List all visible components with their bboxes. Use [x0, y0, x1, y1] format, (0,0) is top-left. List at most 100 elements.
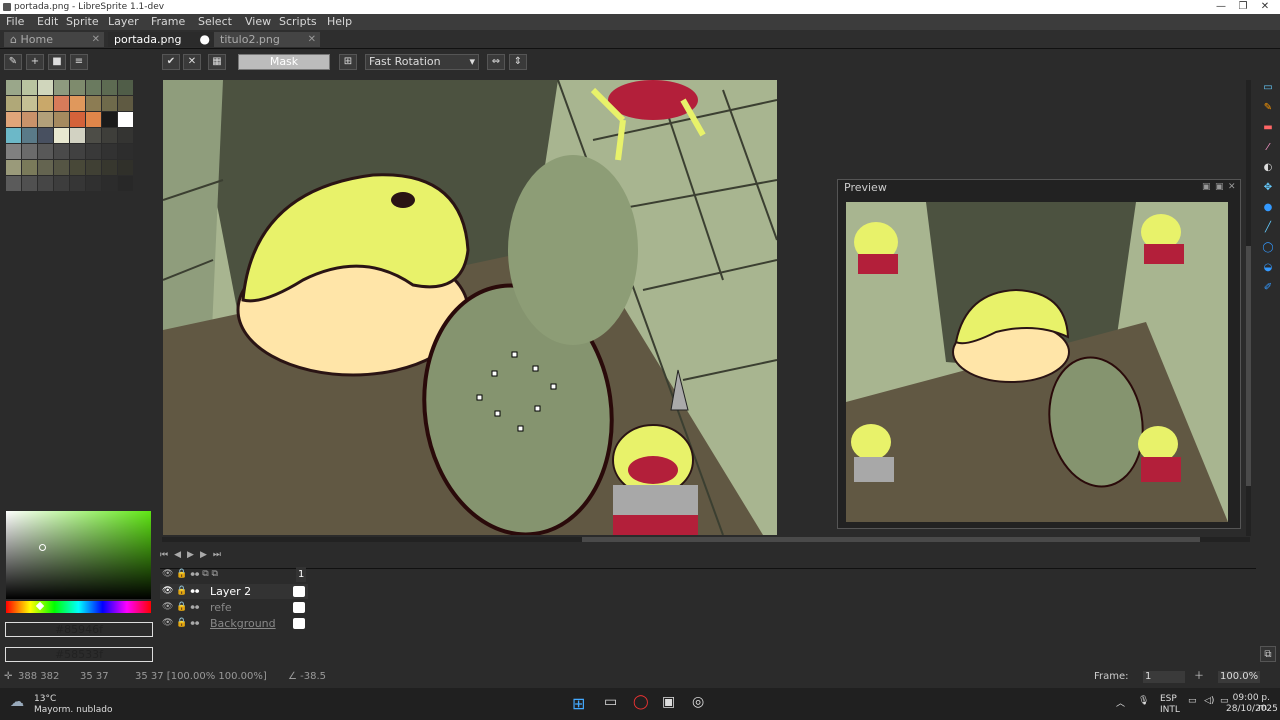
libresprite-app-icon[interactable]: ▣: [662, 694, 675, 710]
mask-color-button[interactable]: Mask: [238, 54, 330, 70]
palette-swatch[interactable]: [86, 128, 101, 143]
palette-swatch[interactable]: [118, 160, 133, 175]
palette-swatch[interactable]: [54, 80, 69, 95]
palette-swatch[interactable]: [102, 112, 117, 127]
palette-swatch[interactable]: [118, 80, 133, 95]
line-icon[interactable]: ╱: [1260, 220, 1276, 236]
windows-start-icon[interactable]: ⊞: [572, 694, 585, 713]
palette-swatch[interactable]: [38, 176, 53, 191]
palette-swatch[interactable]: [118, 96, 133, 111]
hue-handle[interactable]: [35, 601, 45, 611]
palette-swatch[interactable]: [54, 112, 69, 127]
palette-swatch[interactable]: [86, 112, 101, 127]
palette-swatch[interactable]: [54, 128, 69, 143]
menu-view[interactable]: View: [245, 14, 271, 30]
palette-swatch[interactable]: [70, 80, 85, 95]
palette-swatch[interactable]: [22, 144, 37, 159]
palette-edit-icon[interactable]: ✎: [4, 54, 22, 70]
palette-swatch[interactable]: [70, 144, 85, 159]
tab-home[interactable]: ⌂ Home ✕: [4, 32, 104, 47]
minimize-button[interactable]: —: [1210, 0, 1232, 14]
palette-swatch[interactable]: [102, 128, 117, 143]
zoom-icon[interactable]: ◐: [1260, 160, 1276, 176]
ellipse-icon[interactable]: ◯: [1260, 240, 1276, 256]
blur-icon[interactable]: ✐: [1260, 280, 1276, 296]
palette-swatch[interactable]: [38, 80, 53, 95]
palette-swatch[interactable]: [118, 176, 133, 191]
preview-pin-icon[interactable]: ▣: [1202, 182, 1211, 192]
palette-swatch[interactable]: [102, 80, 117, 95]
palette-swatch[interactable]: [102, 160, 117, 175]
palette-swatch[interactable]: [22, 80, 37, 95]
palette-swatch[interactable]: [54, 96, 69, 111]
palette-swatch[interactable]: [38, 128, 53, 143]
eyedropper-icon[interactable]: ⁄: [1260, 140, 1276, 156]
playback-controls[interactable]: ⏮◀▶▶⏭: [160, 550, 266, 562]
modified-dot-icon[interactable]: ●: [200, 32, 210, 47]
palette-swatch[interactable]: [86, 96, 101, 111]
rotation-algorithm-select[interactable]: Fast Rotation ▾: [365, 54, 479, 70]
palette-swatch[interactable]: [86, 80, 101, 95]
new-frame-icon[interactable]: ＋: [1194, 668, 1204, 686]
horizontal-scroll-thumb[interactable]: [582, 537, 1200, 542]
tab-titulo2[interactable]: titulo2.png ✕: [214, 32, 320, 47]
tab-close-icon[interactable]: ✕: [92, 32, 100, 47]
network-icon[interactable]: ▭: [1188, 696, 1197, 706]
palette-menu-icon[interactable]: ≡: [70, 54, 88, 70]
palette-swatch[interactable]: [22, 96, 37, 111]
preview-maximize-icon[interactable]: ▣: [1215, 182, 1224, 192]
opera-browser-icon[interactable]: ◯: [633, 694, 649, 710]
palette-swatch[interactable]: [54, 144, 69, 159]
palette-swatch[interactable]: [54, 160, 69, 175]
menu-select[interactable]: Select: [198, 14, 232, 30]
tray-chevron-icon[interactable]: ︿: [1116, 696, 1125, 709]
menu-layer[interactable]: Layer: [108, 14, 139, 30]
palette-swatch[interactable]: [38, 160, 53, 175]
weather-desc[interactable]: Mayorm. nublado: [34, 705, 113, 715]
palette-swatch[interactable]: [102, 144, 117, 159]
palette-swatch[interactable]: [38, 96, 53, 111]
clock-date[interactable]: 28/10/2025: [1226, 704, 1278, 714]
palette-swatch[interactable]: [70, 160, 85, 175]
eye-icon[interactable]: 👁 🔒 ⦁⦁: [162, 600, 199, 615]
transparent-color-icon[interactable]: ▦: [208, 54, 226, 70]
keyboard-layout[interactable]: INTL: [1160, 705, 1180, 715]
maximize-button[interactable]: ❐: [1232, 0, 1254, 14]
palette-swatch[interactable]: [38, 144, 53, 159]
palette-swatch[interactable]: [22, 112, 37, 127]
background-color-field[interactable]: #58533f: [5, 647, 153, 662]
tab-portada[interactable]: portada.png ●: [108, 32, 214, 47]
cel[interactable]: [293, 602, 305, 613]
palette-swatch[interactable]: [6, 128, 21, 143]
cancel-transform-icon[interactable]: ✕: [183, 54, 201, 70]
language-code[interactable]: ESP: [1160, 694, 1177, 704]
layer-row[interactable]: 👁 🔒 ⦁⦁ Background: [160, 616, 308, 631]
menu-edit[interactable]: Edit: [37, 14, 58, 30]
paint-bucket-icon[interactable]: ●: [1260, 200, 1276, 216]
palette-swatch[interactable]: [118, 144, 133, 159]
foreground-color-field[interactable]: #85946f: [5, 622, 153, 637]
contour-icon[interactable]: ◒: [1260, 260, 1276, 276]
palette-swatch[interactable]: [6, 160, 21, 175]
palette-swatch[interactable]: [86, 144, 101, 159]
palette-swatch[interactable]: [102, 96, 117, 111]
palette-swatch[interactable]: [38, 112, 53, 127]
flip-horizontal-icon[interactable]: ⇔: [487, 54, 505, 70]
menu-scripts[interactable]: Scripts: [279, 14, 317, 30]
flip-vertical-icon[interactable]: ⇕: [509, 54, 527, 70]
vertical-scrollbar[interactable]: [1246, 80, 1251, 536]
drop-pixels-icon[interactable]: ✔: [162, 54, 180, 70]
palette-swatch[interactable]: [102, 176, 117, 191]
hue-slider[interactable]: [6, 601, 151, 613]
visibility-header-icon[interactable]: 👁 🔒 ⦁⦁ ⧉ ⧉: [162, 567, 218, 582]
preview-close-icon[interactable]: ✕: [1228, 182, 1236, 192]
palette-swatch[interactable]: [118, 128, 133, 143]
eye-icon[interactable]: 👁 🔒 ⦁⦁: [162, 616, 199, 631]
palette-swatch[interactable]: [70, 112, 85, 127]
palette-swatch[interactable]: [118, 112, 133, 127]
chrome-app-icon[interactable]: ◎: [692, 694, 704, 710]
palette-sort-icon[interactable]: +: [26, 54, 44, 70]
menu-sprite[interactable]: Sprite: [66, 14, 99, 30]
palette-swatch[interactable]: [86, 176, 101, 191]
rectangular-marquee-icon[interactable]: ▭: [1260, 80, 1276, 96]
